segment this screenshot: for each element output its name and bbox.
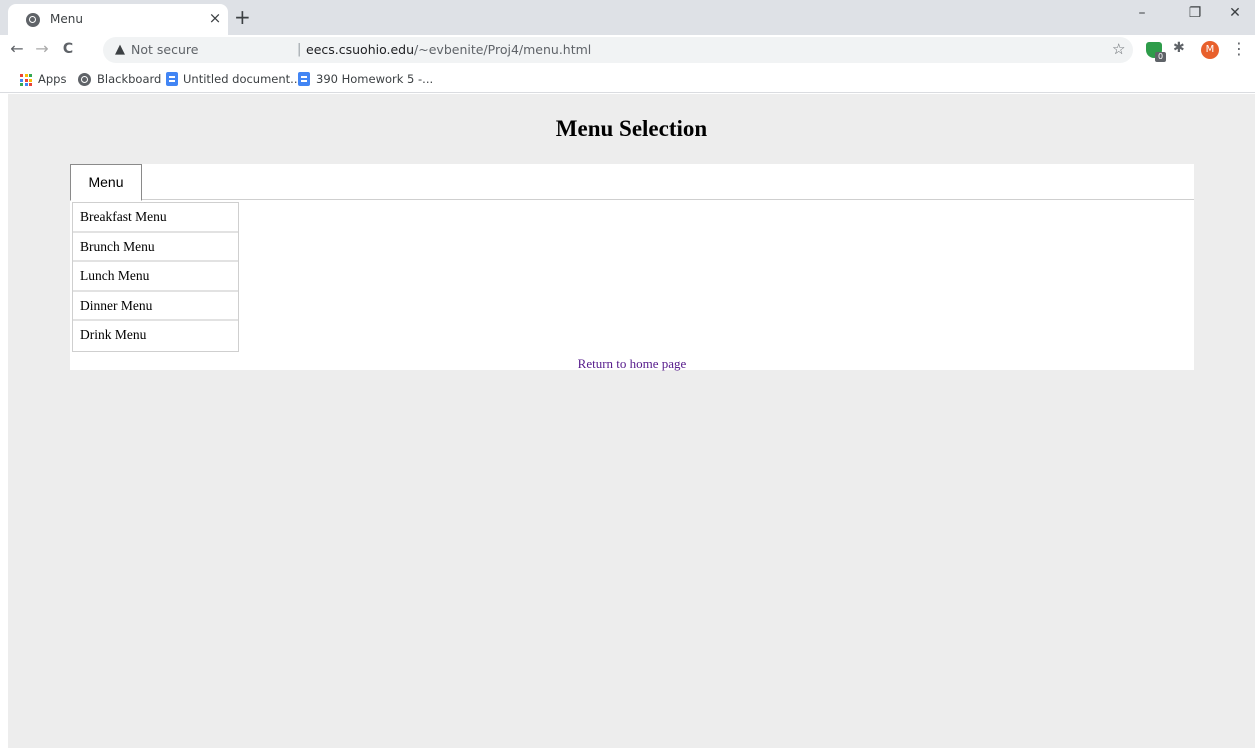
page-viewport: Menu Selection Menu Breakfast Menu Brunc…: [8, 94, 1255, 748]
tab-title: Menu: [50, 12, 83, 26]
bookmark-homework[interactable]: 390 Homework 5 -...: [316, 72, 433, 86]
warning-icon: ▲: [115, 42, 125, 57]
apps-grid-icon: [20, 74, 32, 86]
menu-item-dinner[interactable]: Dinner Menu: [73, 292, 238, 321]
menu-list: Breakfast Menu Brunch Menu Lunch Menu Di…: [72, 202, 239, 352]
globe-icon: [78, 73, 91, 86]
globe-icon: [26, 13, 40, 27]
menu-item-brunch[interactable]: Brunch Menu: [73, 233, 238, 262]
bookmark-blackboard[interactable]: Blackboard: [97, 72, 161, 86]
menu-item-breakfast[interactable]: Breakfast Menu: [73, 203, 238, 233]
docs-icon: [166, 72, 178, 86]
reload-icon[interactable]: C: [58, 39, 78, 59]
close-window-button[interactable]: ✕: [1218, 5, 1252, 29]
browser-tab-strip: Menu × + – ❐ ✕: [0, 0, 1255, 35]
more-menu-icon[interactable]: ⋮: [1231, 39, 1247, 58]
minimize-button[interactable]: –: [1122, 5, 1162, 29]
bookmark-apps[interactable]: Apps: [38, 72, 66, 86]
browser-toolbar: ← → C ▲ Not secure | eecs.csuohio.edu/~e…: [0, 35, 1255, 65]
menu-item-drink[interactable]: Drink Menu: [73, 321, 238, 351]
puzzle-icon[interactable]: ✱: [1173, 40, 1185, 56]
tab-bar: Menu: [70, 164, 1194, 201]
new-tab-button[interactable]: +: [234, 5, 251, 29]
menu-panel: Menu Breakfast Menu Brunch Menu Lunch Me…: [70, 164, 1194, 372]
url-domain: eecs.csuohio.edu: [306, 42, 415, 57]
address-bar[interactable]: ▲ Not secure | eecs.csuohio.edu/~evbenit…: [103, 37, 1133, 63]
bookmark-untitled-document[interactable]: Untitled document...: [183, 72, 301, 86]
back-icon[interactable]: ←: [7, 39, 27, 59]
tab-menu[interactable]: Menu: [70, 164, 142, 201]
bookmark-star-icon[interactable]: ☆: [1112, 40, 1125, 58]
menu-item-lunch[interactable]: Lunch Menu: [73, 262, 238, 292]
docs-icon: [298, 72, 310, 86]
browser-tab[interactable]: Menu ×: [8, 4, 228, 35]
restore-button[interactable]: ❐: [1175, 5, 1215, 29]
address-separator: |: [297, 42, 302, 57]
forward-icon[interactable]: →: [32, 39, 52, 59]
security-label[interactable]: Not secure: [131, 42, 198, 57]
url-text: eecs.csuohio.edu/~evbenite/Proj4/menu.ht…: [306, 42, 591, 57]
extension-badge: 0: [1155, 52, 1166, 62]
page-title: Menu Selection: [555, 116, 708, 141]
bookmarks-bar: Apps Blackboard Untitled document... 390…: [0, 65, 1255, 93]
close-tab-icon[interactable]: ×: [207, 9, 223, 27]
profile-avatar[interactable]: M: [1201, 41, 1219, 59]
return-home-link[interactable]: Return to home page: [70, 356, 1194, 372]
url-path: /~evbenite/Proj4/menu.html: [414, 42, 592, 57]
